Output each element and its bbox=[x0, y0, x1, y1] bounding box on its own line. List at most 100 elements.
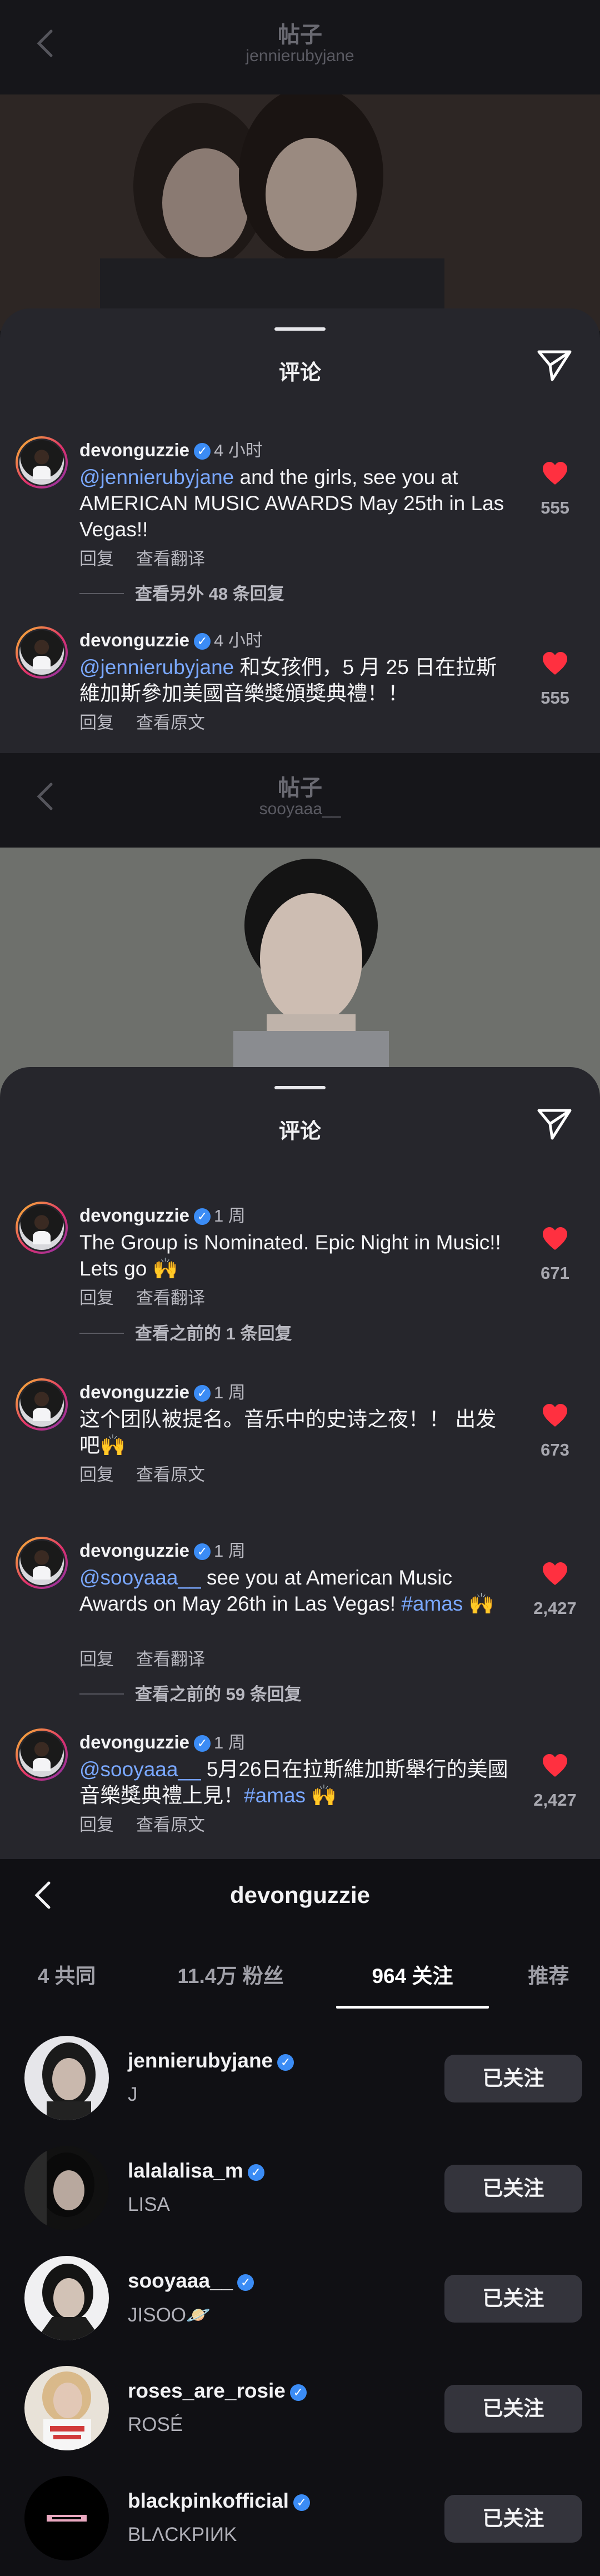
translate-button[interactable]: 查看原文 bbox=[136, 1465, 205, 1484]
username[interactable]: jennierubyjane ✓ bbox=[128, 2049, 294, 2072]
list-item[interactable]: lalalalisa_m ✓ LISA 已关注 bbox=[0, 2136, 600, 2236]
like-control[interactable]: 671 bbox=[524, 1227, 586, 1283]
following-button[interactable]: 已关注 bbox=[444, 2385, 582, 2433]
username[interactable]: devonguzzie bbox=[79, 1732, 189, 1752]
reply-button[interactable]: 回复 bbox=[79, 1288, 114, 1308]
drag-handle[interactable] bbox=[274, 1086, 326, 1089]
share-send-icon[interactable] bbox=[536, 1106, 573, 1142]
username[interactable]: devonguzzie bbox=[79, 1382, 189, 1402]
heart-icon[interactable] bbox=[542, 1753, 568, 1778]
username[interactable]: devonguzzie bbox=[79, 440, 189, 460]
comment-item: devonguzzie ✓ 4 小时 @jennierubyjane and the… bbox=[0, 436, 600, 604]
reply-button[interactable]: 回复 bbox=[79, 1465, 114, 1484]
view-more-replies[interactable]: 查看之前的 1 条回复 bbox=[79, 1319, 292, 1344]
avatar[interactable] bbox=[24, 2256, 109, 2340]
comment-actions: 回复 查看翻译 bbox=[79, 545, 205, 570]
comment-time: 4 小时 bbox=[214, 441, 263, 460]
heart-icon[interactable] bbox=[542, 1227, 568, 1251]
verified-badge-icon: ✓ bbox=[194, 1735, 211, 1752]
heart-icon[interactable] bbox=[542, 651, 568, 676]
username[interactable]: lalalalisa_m ✓ bbox=[128, 2159, 264, 2183]
mention-link[interactable]: @jennierubyjane bbox=[79, 656, 234, 679]
list-item[interactable]: roses_are_rosie ✓ ROSÉ 已关注 bbox=[0, 2356, 600, 2456]
comment-item: devonguzzie ✓ 1 周 这个团队被提名。音乐中的史诗之夜！！ 出发吧🙌 … bbox=[0, 1378, 600, 1501]
comment-username[interactable]: devonguzzie ✓ 1 周 bbox=[79, 1202, 246, 1227]
tab-suggested[interactable]: 推荐 bbox=[511, 1956, 586, 2012]
heart-icon[interactable] bbox=[542, 1403, 568, 1428]
list-item[interactable]: sooyaaa__ ✓ JISOO🪐 已关注 bbox=[0, 2246, 600, 2346]
like-control[interactable]: 673 bbox=[524, 1403, 586, 1460]
avatar[interactable] bbox=[16, 436, 68, 489]
comments-sheet: 评论 devonguzzie ✓ 4 小时 @jennierubyjane and … bbox=[0, 308, 600, 753]
like-control[interactable]: 2,427 bbox=[524, 1753, 586, 1810]
avatar[interactable] bbox=[16, 626, 68, 679]
avatar[interactable] bbox=[24, 2146, 109, 2230]
mention-link[interactable]: @jennierubyjane bbox=[79, 466, 234, 489]
hashtag-link[interactable]: #amas bbox=[401, 1592, 463, 1615]
tab-followers[interactable]: 11.4万 粉丝 bbox=[156, 1956, 306, 2012]
following-button[interactable]: 已关注 bbox=[444, 2495, 582, 2543]
comment-username[interactable]: devonguzzie ✓ 4 小时 bbox=[79, 436, 263, 461]
reply-button[interactable]: 回复 bbox=[79, 1650, 114, 1669]
display-name: JISOO🪐 bbox=[128, 2304, 211, 2326]
tab-mutual[interactable]: 4 共同 bbox=[17, 1956, 117, 2012]
comment-text: @jennierubyjane and the girls, see you a… bbox=[79, 464, 513, 542]
username[interactable]: devonguzzie bbox=[79, 630, 189, 650]
comment-username[interactable]: devonguzzie ✓ 1 周 bbox=[79, 1537, 246, 1562]
tab-following[interactable]: 964 关注 bbox=[336, 1956, 489, 2012]
mention-link[interactable]: @sooyaaa__ bbox=[79, 1758, 201, 1781]
share-send-icon[interactable] bbox=[536, 347, 573, 383]
heart-icon[interactable] bbox=[542, 1562, 568, 1586]
like-count: 555 bbox=[541, 498, 569, 517]
avatar[interactable] bbox=[16, 1202, 68, 1254]
heart-icon[interactable] bbox=[542, 461, 568, 486]
reply-button[interactable]: 回复 bbox=[79, 549, 114, 569]
reply-button[interactable]: 回复 bbox=[79, 713, 114, 733]
hashtag-link[interactable]: #amas bbox=[244, 1784, 306, 1807]
translate-button[interactable]: 查看翻译 bbox=[136, 1288, 205, 1308]
translate-button[interactable]: 查看翻译 bbox=[136, 1650, 205, 1669]
avatar[interactable] bbox=[24, 2036, 109, 2120]
username[interactable]: roses_are_rosie ✓ bbox=[128, 2379, 307, 2403]
username[interactable]: devonguzzie bbox=[79, 1540, 189, 1561]
like-count: 2,427 bbox=[533, 1790, 577, 1810]
page-subtitle: sooyaaa__ bbox=[259, 800, 341, 818]
comment-username[interactable]: devonguzzie ✓ 1 周 bbox=[79, 1378, 246, 1403]
view-more-replies[interactable]: 查看另外 48 条回复 bbox=[79, 580, 284, 605]
username[interactable]: devonguzzie bbox=[79, 1205, 189, 1225]
translate-button[interactable]: 查看原文 bbox=[136, 713, 205, 733]
comment-username[interactable]: devonguzzie ✓ 1 周 bbox=[79, 1728, 246, 1753]
like-control[interactable]: 555 bbox=[524, 461, 586, 518]
comment-username[interactable]: devonguzzie ✓ 4 小时 bbox=[79, 626, 263, 651]
avatar[interactable] bbox=[16, 1728, 68, 1781]
mention-link[interactable]: @sooyaaa__ bbox=[79, 1566, 201, 1589]
translate-button[interactable]: 查看原文 bbox=[136, 1815, 205, 1835]
comment-time: 1 周 bbox=[214, 1733, 246, 1752]
comment-actions: 回复 查看翻译 bbox=[79, 1284, 205, 1309]
list-item[interactable]: blackpinkofficial ✓ BLΛCKPIИK 已关注 bbox=[0, 2466, 600, 2566]
comment-actions: 回复 查看原文 bbox=[79, 1461, 205, 1486]
reply-button[interactable]: 回复 bbox=[79, 1815, 114, 1835]
username[interactable]: sooyaaa__ ✓ bbox=[128, 2269, 254, 2293]
avatar[interactable] bbox=[16, 1378, 68, 1431]
comments-title: 评论 bbox=[278, 361, 321, 385]
following-button[interactable]: 已关注 bbox=[444, 2055, 582, 2102]
display-name: ROSÉ bbox=[128, 2414, 183, 2435]
view-more-replies[interactable]: 查看之前的 59 条回复 bbox=[79, 1680, 302, 1705]
following-button[interactable]: 已关注 bbox=[444, 2165, 582, 2213]
comment-time: 1 周 bbox=[214, 1206, 246, 1225]
username[interactable]: blackpinkofficial ✓ bbox=[128, 2489, 310, 2513]
drag-handle[interactable] bbox=[274, 327, 326, 331]
avatar[interactable] bbox=[16, 1537, 68, 1589]
avatar[interactable] bbox=[24, 2366, 109, 2450]
following-button[interactable]: 已关注 bbox=[444, 2275, 582, 2323]
like-control[interactable]: 2,427 bbox=[524, 1562, 586, 1618]
like-count: 671 bbox=[541, 1263, 569, 1283]
like-control[interactable]: 555 bbox=[524, 651, 586, 708]
avatar[interactable] bbox=[24, 2476, 109, 2560]
comment-time: 4 小时 bbox=[214, 631, 263, 650]
verified-badge-icon: ✓ bbox=[194, 1208, 211, 1225]
display-name: LISA bbox=[128, 2194, 170, 2215]
translate-button[interactable]: 查看翻译 bbox=[136, 549, 205, 569]
list-item[interactable]: jennierubyjane ✓ J 已关注 bbox=[0, 2026, 600, 2126]
